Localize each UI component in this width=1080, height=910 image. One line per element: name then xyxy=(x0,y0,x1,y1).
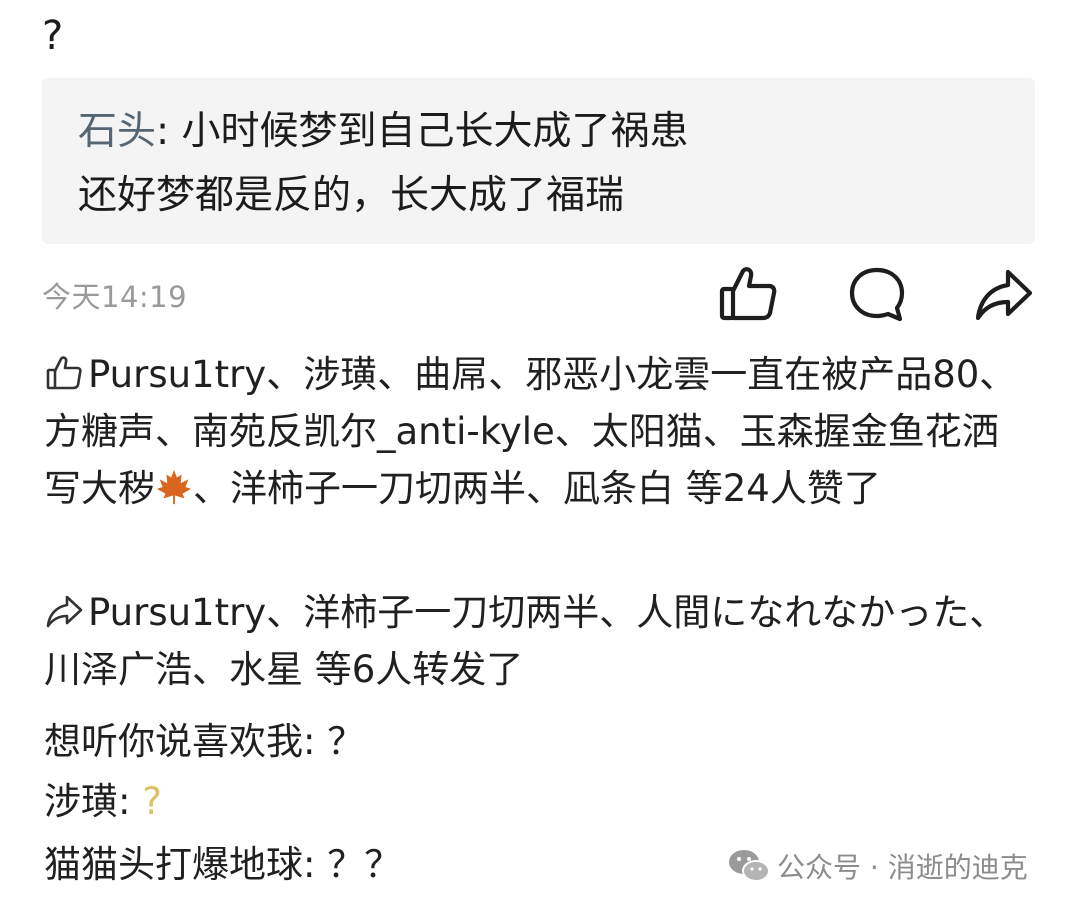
comment-author[interactable]: 想听你说喜欢我 xyxy=(44,720,303,763)
thumbs-up-icon xyxy=(44,353,84,393)
quote-line-1: 石头: 小时候梦到自己长大成了祸患 xyxy=(78,100,999,164)
post-text: ? xyxy=(42,13,64,59)
timestamp: 今天14:19 xyxy=(42,280,188,314)
watermark-text: 公众号 · 消逝的迪克 xyxy=(777,851,1028,884)
likes-text-tail: 、洋柿子一刀切两半、凪条白 等24人赞了 xyxy=(193,467,881,510)
likes-summary[interactable]: Pursu1try、涉璜、曲屌、邪恶小龙雲一直在被产品80、方糖声、南苑反凯尔_… xyxy=(44,346,1024,517)
comment-author[interactable]: 猫猫头打爆地球 xyxy=(44,843,303,886)
quote-line-2: 还好梦都是反的，长大成了福瑞 xyxy=(78,173,625,218)
watermark: 公众号 · 消逝的迪克 xyxy=(727,846,1028,890)
thumbs-up-icon xyxy=(719,267,777,321)
comment-item[interactable]: 猫猫头打爆地球: ？？ xyxy=(44,840,401,890)
comment-body: ? xyxy=(130,780,162,823)
comment-body: ？？ xyxy=(315,843,402,886)
shares-text: Pursu1try、洋柿子一刀切两半、人間になれなかった、川泽广浩、水星 等6人… xyxy=(44,591,1007,691)
wechat-icon xyxy=(727,846,771,886)
quoted-post[interactable]: 石头: 小时候梦到自己长大成了祸患 还好梦都是反的，长大成了福瑞 xyxy=(42,78,1035,244)
comment-icon xyxy=(849,267,905,322)
quote-author[interactable]: 石头 xyxy=(78,109,156,154)
comment-separator: : xyxy=(118,780,131,823)
quote-text-1: : 小时候梦到自己长大成了祸患 xyxy=(156,109,689,154)
like-button[interactable] xyxy=(716,262,780,326)
comment-author[interactable]: 涉璜 xyxy=(44,780,118,823)
comment-separator: : xyxy=(303,843,316,886)
share-icon xyxy=(44,591,84,631)
comment-separator: : xyxy=(303,720,316,763)
comment-button[interactable] xyxy=(845,262,909,326)
share-button[interactable] xyxy=(972,262,1036,326)
shares-summary[interactable]: Pursu1try、洋柿子一刀切两半、人間になれなかった、川泽广浩、水星 等6人… xyxy=(44,584,1024,698)
maple-leaf-icon xyxy=(155,468,193,506)
share-icon xyxy=(975,269,1033,321)
comment-item[interactable]: 想听你说喜欢我: ？ xyxy=(44,717,364,767)
comment-body: ？ xyxy=(315,720,365,763)
post-meta-row: 今天14:19 xyxy=(42,262,1037,326)
comment-item[interactable]: 涉璜: ? xyxy=(44,777,162,827)
